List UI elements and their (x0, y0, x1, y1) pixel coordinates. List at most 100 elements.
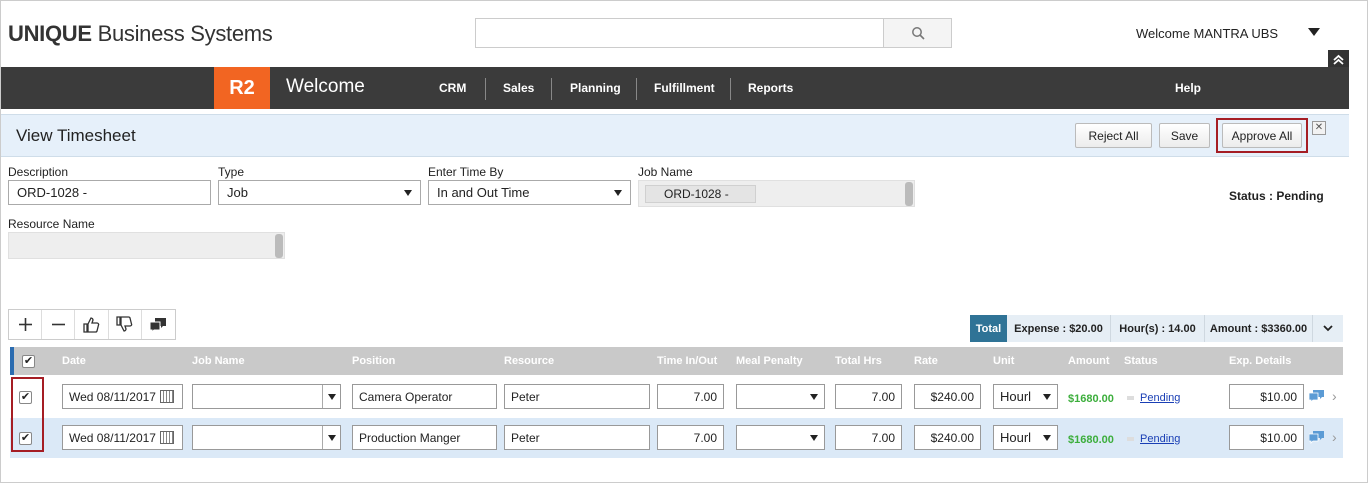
col-header-unit[interactable]: Unit (993, 355, 1014, 367)
position-value: Camera Operator (359, 389, 453, 404)
calendar-icon[interactable] (159, 390, 174, 403)
total-tab[interactable]: Total (970, 315, 1007, 342)
nav-title: Welcome (286, 76, 365, 97)
exp-details-field[interactable]: $10.00 (1229, 384, 1304, 409)
resource-name-field[interactable] (8, 232, 285, 259)
col-header-time-in-out[interactable]: Time In/Out (657, 355, 717, 367)
close-icon[interactable]: ✕ (1312, 121, 1326, 135)
job-name-field[interactable]: ORD-1028 - (638, 180, 915, 207)
approve-row-button[interactable] (75, 310, 109, 339)
date-field[interactable]: Wed 08/11/2017 (62, 384, 183, 409)
rate-field[interactable]: $240.00 (914, 425, 981, 450)
col-header-total-hrs[interactable]: Total Hrs (835, 355, 882, 367)
enter-time-by-value: In and Out Time (437, 185, 530, 200)
summary-expense: Expense : $20.00 (1007, 315, 1111, 342)
nav-item-fulfillment[interactable]: Fulfillment (654, 81, 715, 95)
search-button[interactable] (883, 19, 951, 47)
summary-bar: Expense : $20.00 Hour(s) : 14.00 Amount … (1007, 315, 1343, 342)
remove-row-button[interactable] (42, 310, 76, 339)
save-button[interactable]: Save (1159, 123, 1210, 148)
type-select[interactable]: Job (218, 180, 421, 205)
time-in-out-field[interactable]: 7.00 (657, 384, 724, 409)
thumbs-up-icon (83, 317, 100, 333)
select-all-checkbox[interactable]: ✔ (22, 355, 35, 368)
chevron-down-icon (404, 189, 412, 196)
status-text: Status : Pending (1229, 189, 1324, 203)
nav-divider (551, 78, 552, 100)
comment-button[interactable] (142, 310, 175, 339)
calendar-icon[interactable] (159, 431, 174, 444)
meal-penalty-select[interactable] (736, 425, 825, 450)
col-header-position[interactable]: Position (352, 355, 395, 367)
grid-header-accent (10, 347, 14, 375)
status-link[interactable]: Pending (1140, 392, 1180, 404)
position-field[interactable]: Camera Operator (352, 384, 497, 409)
highlight-approve-all (1216, 118, 1308, 153)
thumbs-down-icon (116, 316, 133, 332)
col-header-resource[interactable]: Resource (504, 355, 554, 367)
meal-penalty-select[interactable] (736, 384, 825, 409)
grid-toolbar (8, 309, 176, 340)
job-name-select[interactable] (192, 425, 341, 450)
total-hrs-field[interactable]: 7.00 (835, 425, 902, 450)
nav-divider (485, 78, 486, 100)
comment-icon[interactable] (1308, 431, 1324, 447)
description-field[interactable]: ORD-1028 - (8, 180, 211, 205)
col-header-rate[interactable]: Rate (914, 355, 938, 367)
resource-value: Peter (511, 430, 540, 445)
date-value: Wed 08/11/2017 (69, 430, 156, 445)
date-field[interactable]: Wed 08/11/2017 (62, 425, 183, 450)
status-link[interactable]: Pending (1140, 433, 1180, 445)
r2-badge[interactable]: R2 (214, 67, 270, 109)
page-title: View Timesheet (16, 126, 136, 145)
chevron-right-icon[interactable]: › (1332, 388, 1337, 404)
scroll-handle (905, 182, 913, 206)
job-name-select[interactable] (192, 384, 341, 409)
unit-select[interactable]: Hourl (993, 384, 1058, 409)
total-hrs-field[interactable]: 7.00 (835, 384, 902, 409)
chevron-down-icon (1323, 325, 1333, 332)
chevron-down-icon (327, 434, 336, 441)
reject-all-button[interactable]: Reject All (1075, 123, 1152, 148)
col-header-status[interactable]: Status (1124, 355, 1158, 367)
resource-field[interactable]: Peter (504, 425, 650, 450)
nav-item-crm[interactable]: CRM (439, 81, 466, 95)
col-header-exp-details[interactable]: Exp. Details (1229, 355, 1291, 367)
unit-value: Hourl (1000, 430, 1032, 445)
brand-logo: UNIQUE Business Systems (8, 21, 273, 46)
exp-details-field[interactable]: $10.00 (1229, 425, 1304, 450)
user-menu-caret-icon[interactable] (1308, 28, 1320, 36)
col-header-amount[interactable]: Amount (1068, 355, 1110, 367)
nav-item-sales[interactable]: Sales (503, 81, 534, 95)
unit-select[interactable]: Hourl (993, 425, 1058, 450)
position-field[interactable]: Production Manger (352, 425, 497, 450)
total-hrs-value: 7.00 (871, 389, 895, 404)
chevron-right-icon[interactable]: › (1332, 429, 1337, 445)
reject-row-button[interactable] (109, 310, 142, 339)
add-row-button[interactable] (9, 310, 43, 339)
nav-item-reports[interactable]: Reports (748, 81, 793, 95)
col-header-job-name[interactable]: Job Name (192, 355, 245, 367)
comment-icon[interactable] (1308, 390, 1324, 406)
type-label: Type (218, 165, 245, 179)
rate-field[interactable]: $240.00 (914, 384, 981, 409)
nav-item-planning[interactable]: Planning (570, 81, 621, 95)
col-header-meal-penalty[interactable]: Meal Penalty (736, 355, 803, 367)
col-header-date[interactable]: Date (62, 355, 86, 367)
chevron-down-icon (810, 434, 818, 441)
comments-icon (149, 317, 167, 333)
unit-value: Hourl (1000, 389, 1032, 404)
job-name-tag: ORD-1028 - (645, 185, 756, 203)
table-row[interactable]: ✔ Wed 08/11/2017 Production Manger Peter… (10, 418, 1343, 458)
table-row[interactable]: ✔ Wed 08/11/2017 Camera Operator Peter 7… (10, 377, 1343, 417)
resource-name-label: Resource Name (8, 217, 95, 231)
search-input[interactable] (476, 19, 883, 47)
time-in-out-field[interactable]: 7.00 (657, 425, 724, 450)
search-box (475, 18, 952, 48)
welcome-user: Welcome MANTRA UBS (1136, 26, 1279, 41)
type-value: Job (227, 185, 248, 200)
enter-time-by-select[interactable]: In and Out Time (428, 180, 631, 205)
summary-expand-button[interactable] (1313, 325, 1343, 332)
resource-field[interactable]: Peter (504, 384, 650, 409)
nav-item-help[interactable]: Help (1175, 81, 1201, 95)
